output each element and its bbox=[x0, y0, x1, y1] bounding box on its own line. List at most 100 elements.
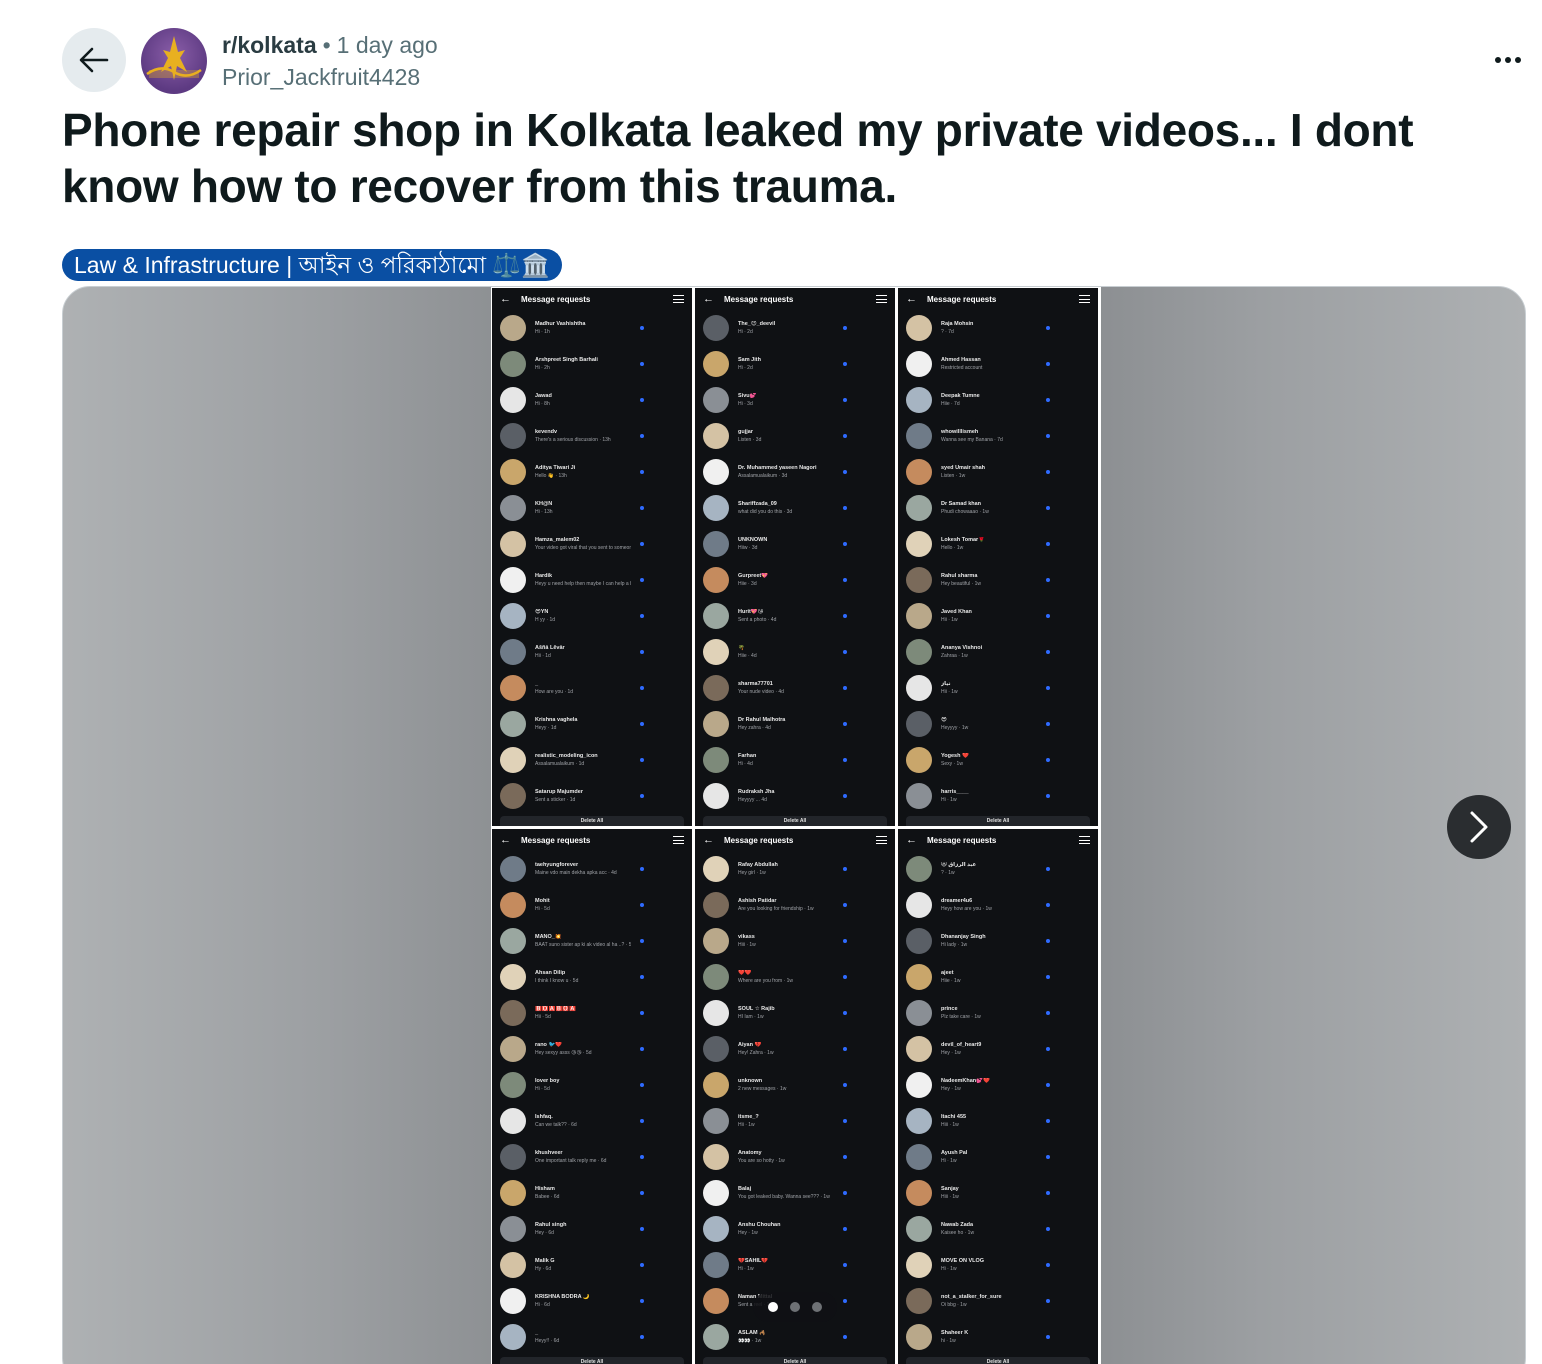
message-preview: Hey · 6d bbox=[535, 1230, 554, 1236]
avatar bbox=[500, 1000, 526, 1026]
screenshot-title: Message requests bbox=[521, 294, 591, 304]
message-request-row: Rahul sharma Hey beautiful · 1w bbox=[898, 562, 1098, 598]
message-preview: Assalamualaikum · 1d bbox=[535, 761, 585, 767]
author-name[interactable]: Prior_Jackfruit4428 bbox=[222, 61, 438, 93]
unread-dot bbox=[843, 1191, 847, 1195]
message-text: Jawad Hi · 8h bbox=[535, 393, 631, 407]
message-request-row: Shaheer K hi · 1w bbox=[898, 1319, 1098, 1355]
sender-name: devil_of_heart9 bbox=[941, 1042, 982, 1048]
pager-dot[interactable] bbox=[790, 1302, 800, 1312]
message-preview: Hello 👋 · 13h bbox=[535, 473, 567, 479]
message-text: Satarup Majumder Sent a sticker · 1d bbox=[535, 789, 631, 803]
unread-dot bbox=[1046, 1155, 1050, 1159]
gallery-next-button[interactable] bbox=[1447, 795, 1511, 859]
sender-name: Sam Jith bbox=[738, 357, 761, 363]
avatar bbox=[500, 603, 526, 629]
message-text: The_😈_deevil Hi · 2d bbox=[738, 321, 834, 335]
message-text: Hardik Heyy u need help then maybe I can … bbox=[535, 573, 631, 587]
message-preview: what did you do this · 3d bbox=[738, 509, 793, 515]
message-request-row: Ahmed Hassan Restricted account bbox=[898, 346, 1098, 382]
more-options-button[interactable] bbox=[1486, 46, 1530, 74]
message-preview: Maine vdo main dekha apka acc · 4d bbox=[535, 870, 617, 876]
image-gallery[interactable]: ← Message requests Madhur Vashishtha Hi · 1… bbox=[62, 286, 1526, 1364]
sender-name: ajeet bbox=[941, 970, 954, 976]
unread-dot bbox=[843, 903, 847, 907]
avatar bbox=[703, 1216, 729, 1242]
message-request-row: Anatomy You are so hotty · 1w bbox=[695, 1139, 895, 1175]
avatar bbox=[500, 1288, 526, 1314]
message-text: gujjar Listen · 3d bbox=[738, 429, 834, 443]
message-text: Dr Rahul Malhotra Hey zahra · 4d bbox=[738, 717, 834, 731]
sender-name: 😎 bbox=[941, 717, 947, 723]
avatar bbox=[906, 1180, 932, 1206]
message-preview: Hi lady · 1w bbox=[941, 942, 968, 948]
sender-name: sharma77701 bbox=[738, 681, 773, 687]
pager-dot[interactable] bbox=[768, 1302, 778, 1312]
avatar bbox=[703, 531, 729, 557]
message-preview: Hii · 1w bbox=[738, 1122, 755, 1128]
message-text: Rahul singh Hey · 6d bbox=[535, 1222, 631, 1236]
delete-all-button: Delete All bbox=[500, 1357, 684, 1364]
unread-dot bbox=[843, 1335, 847, 1339]
message-preview: HI Iam · 1w bbox=[738, 1014, 764, 1020]
message-preview: 👀👀 · 1w bbox=[738, 1338, 762, 1344]
post-flair[interactable]: Law & Infrastructure | আইন ও পরিকাঠামো ⚖… bbox=[62, 249, 562, 281]
message-request-row: whowilllismeh Wanna see my Banana · 7d bbox=[898, 418, 1098, 454]
avatar bbox=[703, 495, 729, 521]
sender-name: realistic_modeling_icon bbox=[535, 753, 598, 759]
unread-dot bbox=[1046, 362, 1050, 366]
message-preview: One important talk reply me · 6d bbox=[535, 1158, 607, 1164]
message-text: lover boy Hi · 5d bbox=[535, 1078, 631, 1092]
sender-name: Rahul singh bbox=[535, 1222, 567, 1228]
avatar bbox=[500, 1252, 526, 1278]
delete-all-button: Delete All bbox=[500, 816, 684, 826]
sender-name: Deepak Tumne bbox=[941, 393, 980, 399]
avatar bbox=[906, 567, 932, 593]
subreddit-name[interactable]: r/kolkata bbox=[222, 32, 317, 58]
message-request-row: 😻 عبد الرزاق ? · 1w bbox=[898, 851, 1098, 887]
avatar bbox=[703, 423, 729, 449]
back-button[interactable] bbox=[62, 28, 126, 92]
subreddit-avatar[interactable] bbox=[141, 28, 207, 94]
ellipsis-icon bbox=[1505, 57, 1511, 63]
unread-dot bbox=[1046, 326, 1050, 330]
message-text: Aditya Tiwari Ji Hello 👋 · 13h bbox=[535, 465, 631, 479]
sender-name: Sanjay bbox=[941, 1186, 959, 1192]
screenshot-header: ← Message requests bbox=[492, 288, 692, 310]
message-request-row: _ How are you · 1d bbox=[492, 670, 692, 706]
message-text: Gurpreet💖 Hiie · 3d bbox=[738, 573, 834, 587]
sender-name: rano 🐦❤️ bbox=[535, 1042, 563, 1048]
unread-dot bbox=[640, 506, 644, 510]
message-text: SOUL ☆ Rajib HI Iam · 1w bbox=[738, 1006, 834, 1020]
message-preview: Sexy · 1w bbox=[941, 761, 963, 767]
avatar bbox=[703, 964, 729, 990]
unread-dot bbox=[1046, 1335, 1050, 1339]
unread-dot bbox=[640, 1335, 644, 1339]
avatar bbox=[906, 892, 932, 918]
pager-dot[interactable] bbox=[812, 1302, 822, 1312]
message-preview: Hi · 2d bbox=[738, 365, 753, 371]
sender-name: gujjar bbox=[738, 429, 753, 435]
message-preview: Heyyyy · 1w bbox=[941, 725, 969, 731]
message-request-row: sharma77701 Your nude video · 4d bbox=[695, 670, 895, 706]
avatar bbox=[703, 747, 729, 773]
unread-dot bbox=[1046, 1299, 1050, 1303]
sender-name: Satarup Majumder bbox=[535, 789, 583, 795]
message-request-row: realistic_modeling_icon Assalamualaikum ·… bbox=[492, 742, 692, 778]
sender-name: 😻 عبد الرزاق bbox=[941, 862, 977, 868]
message-preview: Heyy how are you · 1w bbox=[941, 906, 992, 912]
message-text: sharma77701 Your nude video · 4d bbox=[738, 681, 834, 695]
avatar bbox=[906, 1108, 932, 1134]
post-title: Phone repair shop in Kolkata leaked my p… bbox=[62, 104, 1414, 212]
message-preview: Hiii · 1w bbox=[941, 1194, 959, 1200]
delete-all-button: Delete All bbox=[906, 816, 1090, 826]
message-request-row: Hamza_malem02 Your video got viral that y… bbox=[492, 526, 692, 562]
message-text: Dr Samad khan Phudi chowaaao · 1w bbox=[941, 501, 1037, 515]
avatar bbox=[500, 1324, 526, 1350]
message-request-row: Deepak Tumne Hiie · 7d bbox=[898, 382, 1098, 418]
message-request-row: dreamer4u6 Heyy how are you · 1w bbox=[898, 887, 1098, 923]
sender-name: Madhur Vashishtha bbox=[535, 321, 586, 327]
arrow-left-icon: ← bbox=[703, 292, 714, 305]
message-request-row: Itachi 455 Hiii · 1w bbox=[898, 1103, 1098, 1139]
message-preview: Hii · 1w bbox=[941, 617, 958, 623]
